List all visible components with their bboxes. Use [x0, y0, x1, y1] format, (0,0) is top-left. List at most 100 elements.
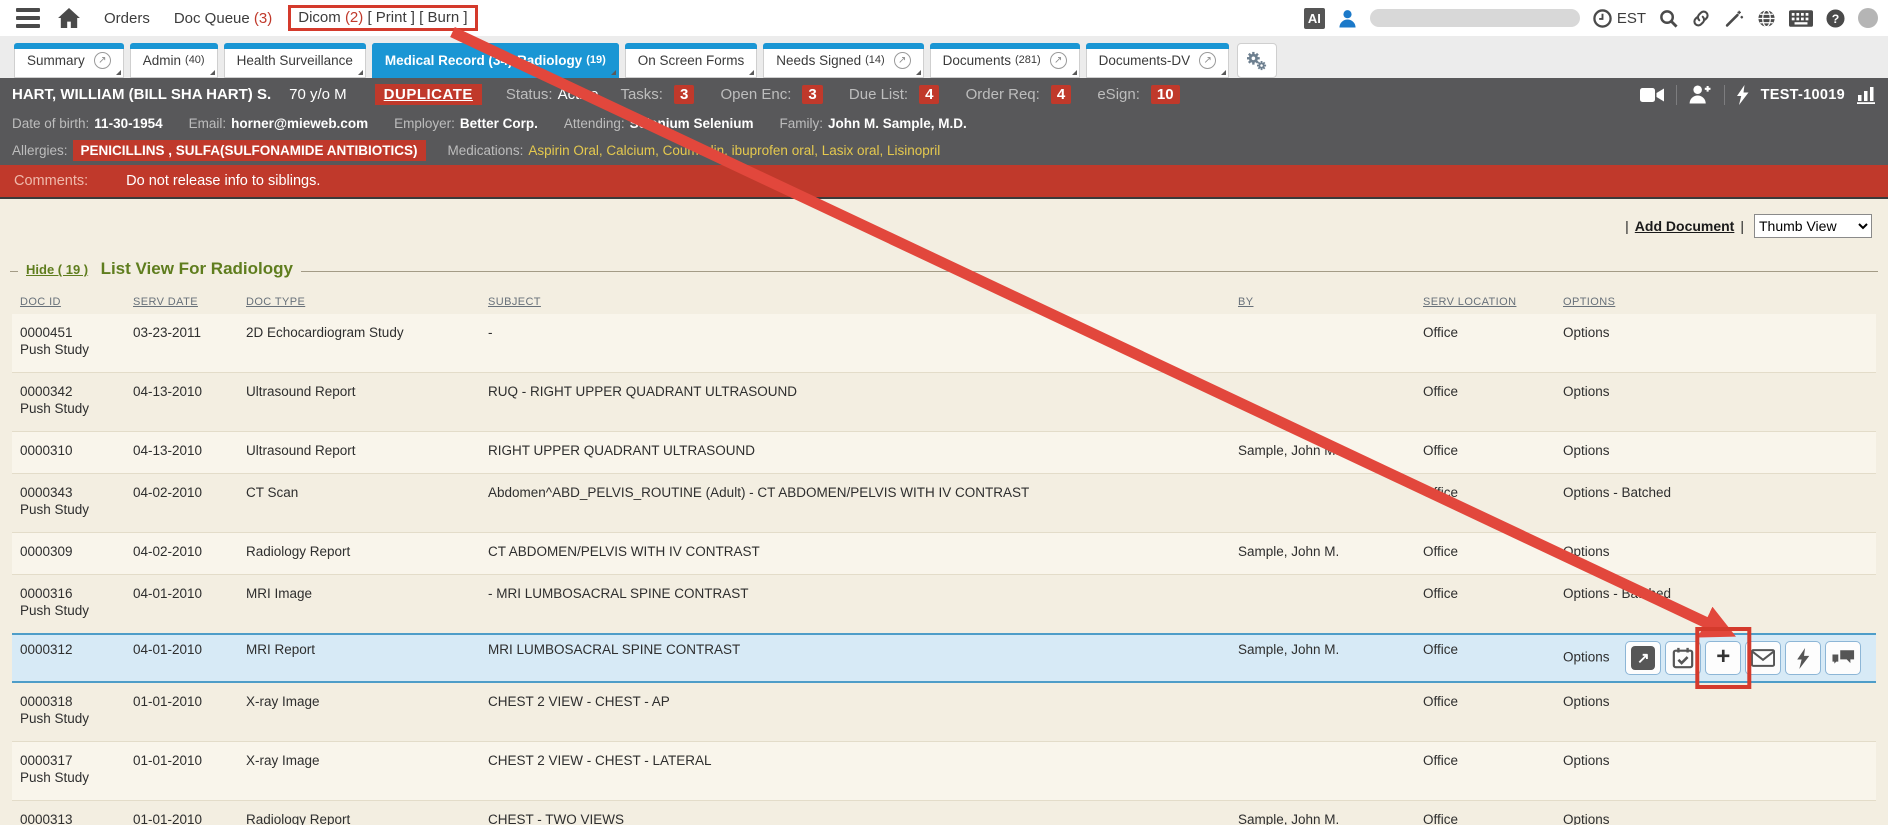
push-study-link[interactable]: Push Study — [20, 602, 117, 619]
push-study-link[interactable]: Push Study — [20, 769, 117, 786]
nav-doc-queue[interactable]: Doc Queue (3) — [174, 10, 272, 27]
dicom-group[interactable]: Dicom (2) [ Print ] [ Burn ] — [288, 5, 477, 31]
column-header[interactable]: OPTIONS — [1555, 292, 1876, 314]
tab-settings-button[interactable] — [1237, 43, 1277, 78]
dicom-label: Dicom — [298, 9, 341, 26]
serv-date-cell: 04-13-2010 — [125, 373, 238, 432]
external-link-icon[interactable]: ↗ — [1050, 52, 1067, 69]
doc-id-link[interactable]: 0000343 — [20, 484, 117, 501]
options-link[interactable]: Options — [1563, 325, 1610, 340]
options-link[interactable]: Options - Batched — [1563, 485, 1671, 500]
table-row[interactable]: 0000316Push Study 04-01-2010 MRI Image -… — [12, 575, 1876, 635]
external-link-icon[interactable]: ↗ — [894, 52, 911, 69]
options-link[interactable]: Options - Batched — [1563, 586, 1671, 601]
doc-id-link[interactable]: 0000342 — [20, 383, 117, 400]
video-camera-icon[interactable] — [1640, 87, 1664, 103]
add-person-icon[interactable] — [1689, 85, 1712, 104]
tab-health-surveillance[interactable]: Health Surveillance — [224, 43, 366, 78]
doc-id-link[interactable]: 0000312 — [20, 641, 117, 658]
comments-button[interactable] — [1825, 641, 1861, 675]
ai-badge[interactable]: AI — [1304, 8, 1325, 29]
doc-id-link[interactable]: 0000310 — [20, 442, 117, 459]
stat-count-badge[interactable]: 3 — [802, 85, 822, 104]
table-row[interactable]: 0000342Push Study 04-13-2010 Ultrasound … — [12, 373, 1876, 432]
tab-medical-record-34-radiology[interactable]: Medical Record (34):Radiology (19) — [372, 43, 619, 78]
tab-admin[interactable]: Admin (40) — [130, 43, 218, 78]
stat-count-badge[interactable]: 10 — [1151, 85, 1180, 104]
menu-icon[interactable] — [16, 8, 40, 28]
globe-icon[interactable] — [1757, 9, 1776, 28]
tab-documents[interactable]: Documents (281) ↗ — [930, 43, 1080, 78]
column-header[interactable]: SUBJECT — [480, 292, 1230, 314]
options-link[interactable]: Options — [1563, 443, 1610, 458]
nav-orders[interactable]: Orders — [104, 10, 150, 27]
flowsheet-chart-icon[interactable] — [1857, 86, 1876, 104]
open-document-button[interactable]: ↗ — [1625, 641, 1661, 675]
view-mode-select[interactable]: Thumb View — [1754, 214, 1872, 238]
dicom-print-button[interactable]: [ Print ] — [367, 9, 415, 26]
bolt-icon[interactable] — [1737, 85, 1749, 105]
table-row[interactable]: 0000310 04-13-2010 Ultrasound Report RIG… — [12, 432, 1876, 474]
column-header[interactable]: DOC TYPE — [238, 292, 480, 314]
stat-count-badge[interactable]: 3 — [674, 85, 694, 104]
table-row[interactable]: 0000318Push Study 01-01-2010 X-ray Image… — [12, 682, 1876, 742]
add-document-link[interactable]: Add Document — [1635, 218, 1735, 234]
column-header[interactable]: SERV DATE — [125, 292, 238, 314]
tab-label: On Screen Forms — [638, 53, 745, 68]
column-header[interactable]: SERV LOCATION — [1415, 292, 1555, 314]
table-row[interactable]: 0000313 01-01-2010 Radiology Report CHES… — [12, 801, 1876, 825]
help-icon[interactable]: ? — [1826, 9, 1845, 28]
push-study-link[interactable]: Push Study — [20, 710, 117, 727]
table-row[interactable]: 0000451Push Study 03-23-2011 2D Echocard… — [12, 314, 1876, 373]
options-link[interactable]: Options — [1563, 384, 1610, 399]
plus-button[interactable]: + — [1705, 641, 1741, 675]
tab-on-screen-forms[interactable]: On Screen Forms — [625, 43, 758, 78]
options-link[interactable]: Options — [1563, 650, 1610, 665]
clock-icon[interactable] — [1593, 9, 1612, 28]
dicom-burn-button[interactable]: [ Burn ] — [419, 9, 467, 26]
by-cell — [1230, 314, 1415, 373]
options-link[interactable]: Options — [1563, 694, 1610, 709]
home-icon[interactable] — [58, 8, 80, 28]
push-study-link[interactable]: Push Study — [20, 341, 117, 358]
table-row[interactable]: 0000317Push Study 01-01-2010 X-ray Image… — [12, 742, 1876, 801]
push-study-link[interactable]: Push Study — [20, 501, 117, 518]
duplicate-badge[interactable]: DUPLICATE — [375, 84, 482, 105]
tab-documents-dv[interactable]: Documents-DV ↗ — [1086, 43, 1230, 78]
options-link[interactable]: Options — [1563, 544, 1610, 559]
hide-list-link[interactable]: Hide ( 19 ) — [26, 262, 88, 277]
link-icon[interactable] — [1691, 9, 1711, 28]
table-row[interactable]: 0000309 04-02-2010 Radiology Report CT A… — [12, 533, 1876, 575]
doc-type-cell: MRI Report — [238, 634, 480, 682]
options-link[interactable]: Options — [1563, 812, 1610, 825]
allergy-badge[interactable]: PENICILLINS , SULFA(SULFONAMIDE ANTIBIOT… — [73, 140, 426, 161]
stat-count-badge[interactable]: 4 — [919, 85, 939, 104]
column-header[interactable]: DOC ID — [12, 292, 125, 314]
quick-action-button[interactable] — [1785, 641, 1821, 675]
external-link-icon[interactable]: ↗ — [1199, 52, 1216, 69]
doc-id-link[interactable]: 0000318 — [20, 693, 117, 710]
tab-summary[interactable]: Summary ↗ — [14, 43, 124, 78]
tab-needs-signed[interactable]: Needs Signed (14) ↗ — [763, 43, 923, 78]
external-link-icon[interactable]: ↗ — [94, 52, 111, 69]
wand-icon[interactable] — [1724, 9, 1744, 28]
doc-id-link[interactable]: 0000316 — [20, 585, 117, 602]
doc-id-link[interactable]: 0000317 — [20, 752, 117, 769]
email-button[interactable] — [1745, 641, 1781, 675]
keyboard-icon[interactable] — [1789, 10, 1813, 27]
push-study-link[interactable]: Push Study — [20, 400, 117, 417]
doc-id-link[interactable]: 0000309 — [20, 543, 117, 560]
doc-id-link[interactable]: 0000451 — [20, 324, 117, 341]
column-header[interactable]: BY — [1230, 292, 1415, 314]
avatar-placeholder[interactable] — [1858, 8, 1878, 28]
schedule-button[interactable] — [1665, 641, 1701, 675]
doc-id-link[interactable]: 0000313 — [20, 811, 117, 825]
table-row[interactable]: 0000312 04-01-2010 MRI Report MRI LUMBOS… — [12, 634, 1876, 682]
medications-list[interactable]: Aspirin Oral, Calcium, Coumadin, ibuprof… — [528, 143, 940, 158]
stat-count-badge[interactable]: 4 — [1051, 85, 1071, 104]
search-icon[interactable] — [1659, 9, 1678, 28]
user-icon[interactable] — [1338, 9, 1357, 28]
options-link[interactable]: Options — [1563, 753, 1610, 768]
table-row[interactable]: 0000343Push Study 04-02-2010 CT Scan Abd… — [12, 474, 1876, 533]
subject-cell: - MRI LUMBOSACRAL SPINE CONTRAST — [480, 575, 1230, 635]
